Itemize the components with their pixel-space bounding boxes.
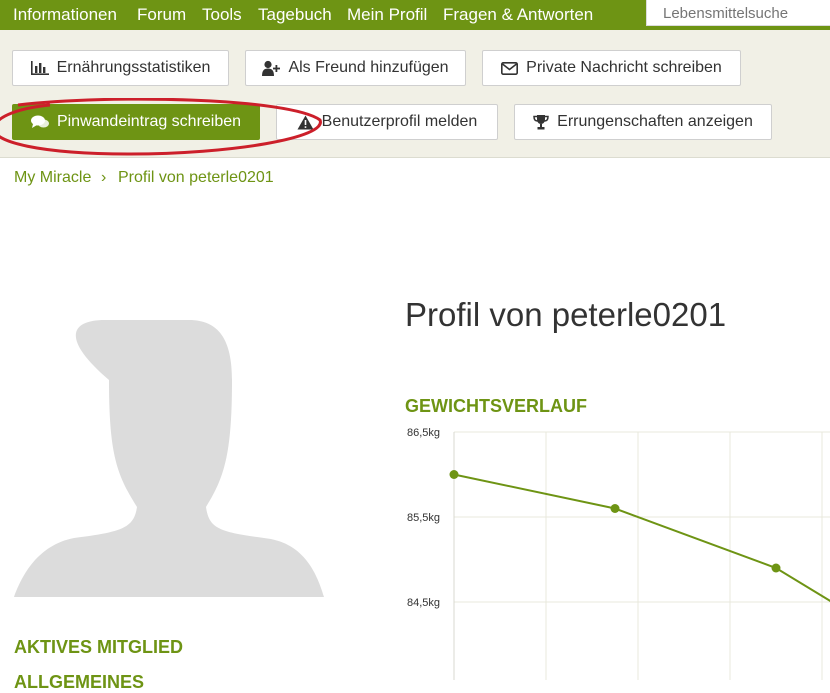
avatar-silhouette (14, 320, 324, 597)
member-status-heading: AKTIVES MITGLIED (14, 637, 184, 657)
breadcrumb-home-link[interactable]: My Miracle (14, 169, 91, 187)
weight-history-heading: GEWICHTSVERLAUF (405, 396, 587, 416)
chart-series-line (453, 473, 830, 602)
wall-post-label: Pinwandeintrag schreiben (56, 113, 242, 130)
wall-post-button[interactable]: Pinwandeintrag schreiben (12, 104, 260, 140)
nav-item-tagebuch[interactable]: Tagebuch (258, 5, 332, 25)
chart-y-tick-label-1: 85,5kg (407, 512, 440, 524)
chart-y-tick-label-2: 84,5kg (407, 597, 440, 609)
nav-item-fragen-antworten[interactable]: Fragen & Antworten (443, 5, 593, 25)
chart-data-point-2 (771, 563, 781, 573)
breadcrumb-current-link[interactable]: Profil von peterle0201 (118, 169, 274, 187)
page-title: Profil von peterle0201 (405, 296, 727, 333)
weight-history-chart: 86,5kg 85,5kg 84,5kg (407, 427, 830, 680)
nav-item-forum[interactable]: Forum (137, 5, 186, 25)
chart-data-point-0 (449, 470, 459, 479)
report-profile-button[interactable]: Benutzerprofil melden (276, 104, 498, 140)
nutrition-stats-label: Ernährungsstatistiken (56, 59, 211, 76)
add-friend-button[interactable]: Als Freund hinzufügen (245, 50, 466, 86)
nav-item-tools[interactable]: Tools (202, 5, 242, 25)
achievements-button[interactable]: Errungenschaften anzeigen (514, 104, 772, 140)
chart-data-point-1 (610, 504, 620, 513)
chart-y-tick-label-0: 86,5kg (407, 427, 440, 439)
nutrition-stats-button[interactable]: Ernährungsstatistiken (12, 50, 229, 86)
trophy-icon (533, 114, 549, 130)
nav-item-informationen[interactable]: Informationen (13, 5, 117, 25)
general-section-heading: ALLGEMEINES (14, 672, 145, 692)
add-friend-label: Als Freund hinzufügen (288, 59, 449, 76)
warning-icon (297, 115, 314, 130)
user-plus-icon (262, 60, 281, 76)
speech-bubbles-icon (30, 115, 49, 129)
bar-chart-icon (30, 61, 49, 75)
envelope-icon (501, 61, 519, 75)
private-message-button[interactable]: Private Nachricht schreiben (482, 50, 741, 86)
nav-item-mein-profil[interactable]: Mein Profil (347, 5, 427, 25)
report-profile-label: Benutzerprofil melden (321, 113, 478, 130)
achievements-label: Errungenschaften anzeigen (557, 113, 753, 130)
food-search-input[interactable] (646, 0, 830, 26)
avatar (14, 320, 324, 597)
breadcrumb-separator: › (101, 169, 107, 186)
private-message-label: Private Nachricht schreiben (526, 59, 722, 76)
